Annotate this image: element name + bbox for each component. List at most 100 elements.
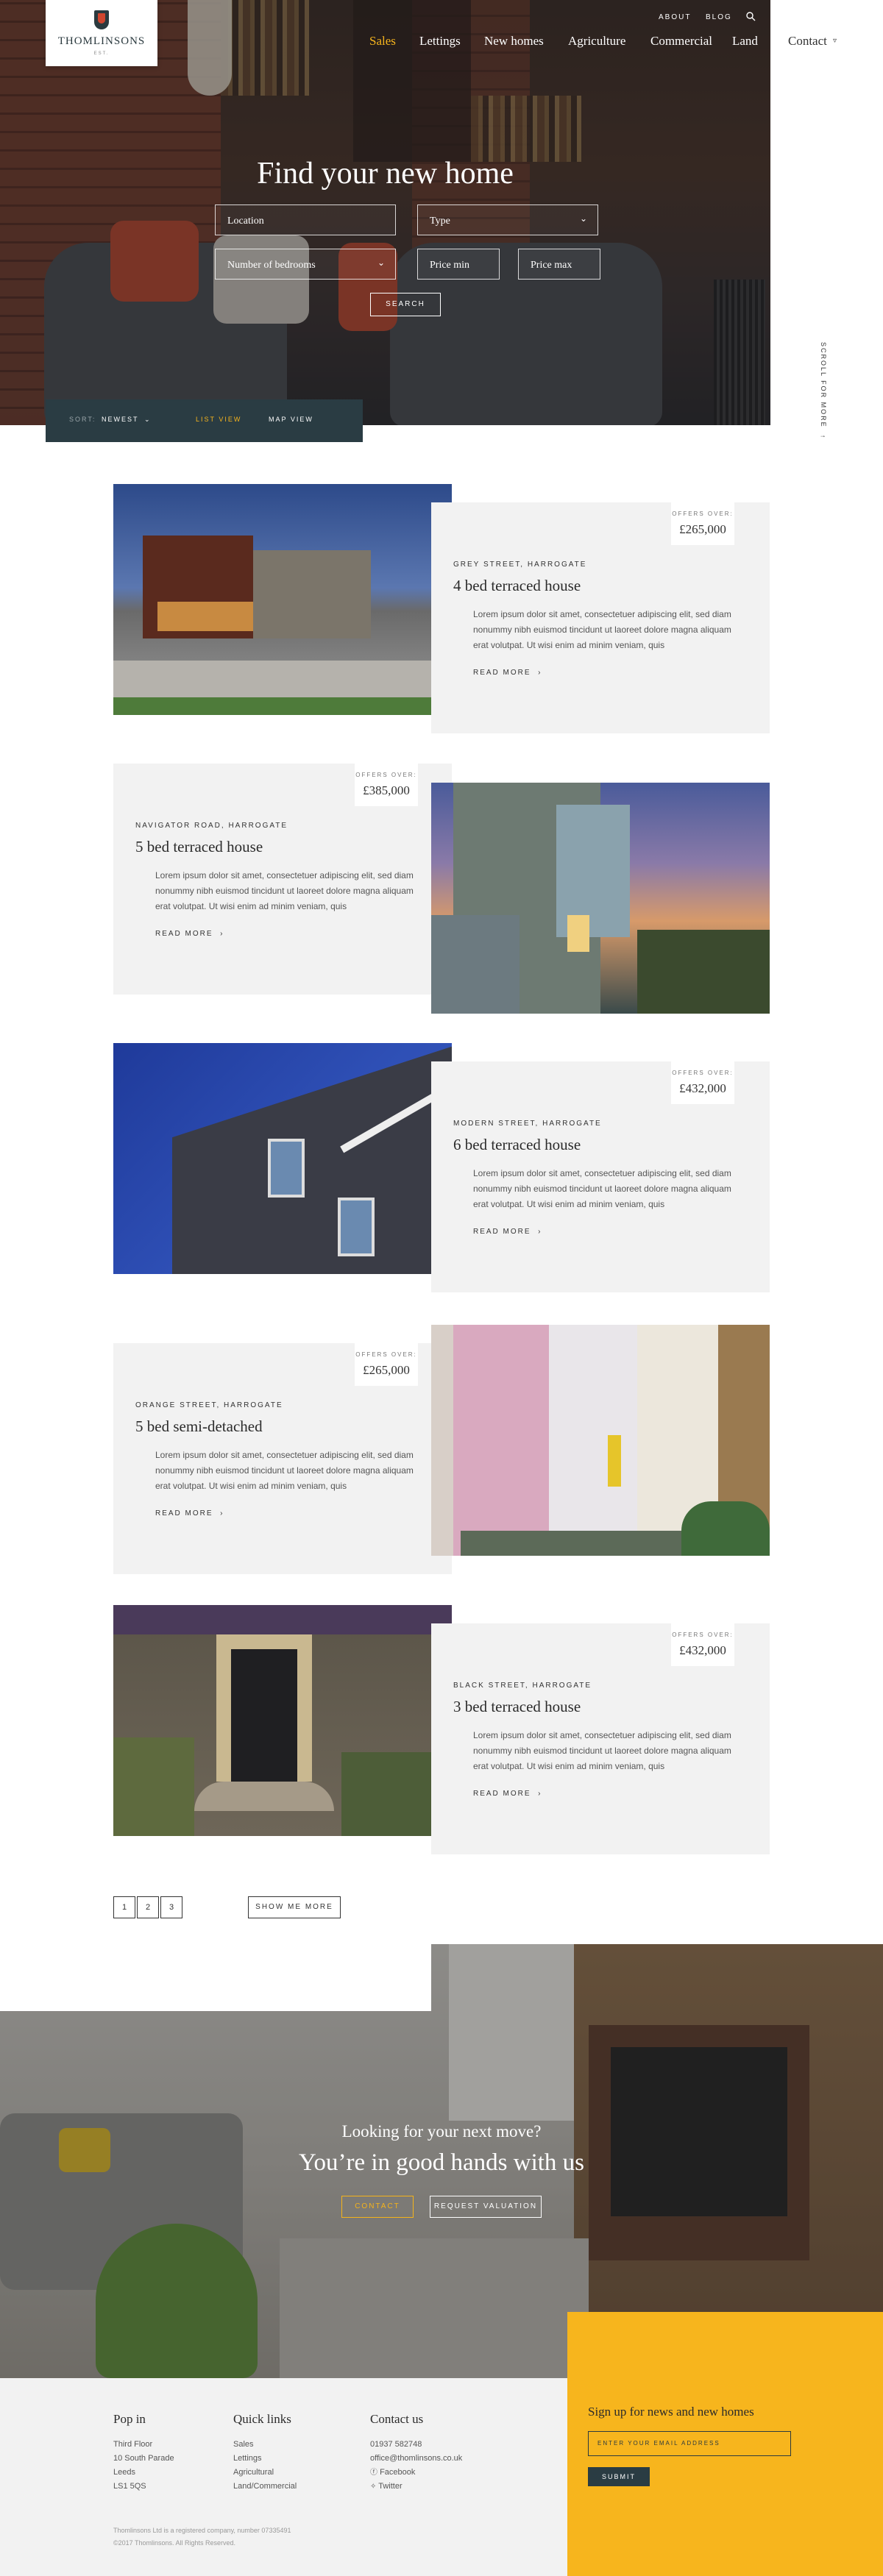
nav-new-homes[interactable]: New homes xyxy=(484,34,544,49)
listing-photo[interactable] xyxy=(431,1325,770,1556)
listing-photo[interactable] xyxy=(431,783,770,1014)
white-house xyxy=(549,1325,637,1556)
type-select[interactable]: Type ⌄ xyxy=(417,204,598,235)
read-more-link[interactable]: READ MORE › xyxy=(473,1790,542,1798)
stone-building xyxy=(253,550,371,638)
listing-location: ORANGE STREET, HARROGATE xyxy=(135,1401,283,1409)
bedrooms-select[interactable]: Number of bedrooms ⌄ xyxy=(215,249,396,280)
twitter-label: Twitter xyxy=(378,2482,403,2491)
nav-contact[interactable]: Contact xyxy=(788,34,827,49)
read-more-link[interactable]: READ MORE › xyxy=(473,1228,542,1236)
page-3-button[interactable]: 3 xyxy=(160,1896,182,1918)
page-1-button[interactable]: 1 xyxy=(113,1896,135,1918)
footer-link-agricultural[interactable]: Agricultural xyxy=(233,2466,274,2480)
location-field[interactable]: Location xyxy=(215,204,396,235)
logo[interactable]: Thomlinsons EST. xyxy=(46,0,157,66)
listing-photo[interactable] xyxy=(113,484,452,715)
read-more-link[interactable]: READ MORE › xyxy=(155,930,224,938)
phone-link[interactable]: 01937 582748 xyxy=(370,2438,422,2452)
contact-button[interactable]: CONTACT xyxy=(341,2196,414,2218)
footer-link-land-commercial[interactable]: Land/Commercial xyxy=(233,2480,297,2494)
location-placeholder: Location xyxy=(227,216,264,227)
chevron-right-icon: › xyxy=(538,1790,542,1798)
chevron-down-icon: ▿ xyxy=(833,37,837,45)
twitter-link[interactable]: ✧ Twitter xyxy=(370,2480,403,2494)
signup-heading: Sign up for news and new homes xyxy=(588,2405,754,2419)
window-light xyxy=(157,602,253,631)
price-box: OFFERS OVER: £432,000 xyxy=(671,1623,734,1666)
email-field[interactable]: ENTER YOUR EMAIL ADDRESS xyxy=(588,2431,791,2456)
nav-commercial[interactable]: Commercial xyxy=(650,34,712,49)
read-more-link[interactable]: READ MORE › xyxy=(473,669,542,677)
price-box: OFFERS OVER: £432,000 xyxy=(671,1061,734,1104)
scroll-hint: SCROLL FOR MORE → xyxy=(819,342,828,439)
price-max-field[interactable]: Price max xyxy=(518,249,600,280)
address-line: 10 South Parade xyxy=(113,2454,174,2463)
steps xyxy=(194,1782,334,1811)
nav-sales[interactable]: Sales xyxy=(369,34,396,49)
cta-kicker: Looking for your next move? xyxy=(341,2122,542,2141)
brick-building xyxy=(172,1043,452,1274)
price-max-placeholder: Price max xyxy=(531,260,572,271)
list-view-button[interactable]: LIST VIEW xyxy=(196,416,241,423)
nav-about[interactable]: ABOUT xyxy=(659,13,691,21)
price-box: OFFERS OVER: £385,000 xyxy=(355,764,418,806)
listing-title[interactable]: 4 bed terraced house xyxy=(453,577,581,595)
yellow-door xyxy=(608,1435,621,1487)
map-view-button[interactable]: MAP VIEW xyxy=(269,416,313,423)
popin-heading: Pop in xyxy=(113,2412,146,2426)
submit-button[interactable]: SUBMIT xyxy=(588,2467,650,2486)
facebook-label: Facebook xyxy=(380,2468,416,2477)
listing-description: Lorem ipsum dolor sit amet, consectetuer… xyxy=(155,870,414,911)
read-more-label: READ MORE xyxy=(473,1228,531,1236)
page-2-button[interactable]: 2 xyxy=(137,1896,159,1918)
offers-label: OFFERS OVER: xyxy=(355,1351,417,1358)
listing-card: OFFERS OVER: £432,000 BLACK STREET, HARR… xyxy=(431,1623,770,1854)
facebook-link[interactable]: ⓕ Facebook xyxy=(370,2466,415,2480)
listing-card: OFFERS OVER: £265,000 ORANGE STREET, HAR… xyxy=(113,1343,452,1574)
search-button[interactable]: SEARCH xyxy=(370,293,441,316)
listing-location: NAVIGATOR ROAD, HARROGATE xyxy=(135,822,288,830)
read-more-link[interactable]: READ MORE › xyxy=(155,1509,224,1518)
logo-text: Thomlinsons xyxy=(57,35,146,47)
listing-description: Lorem ipsum dolor sit amet, consectetuer… xyxy=(473,609,731,650)
listing-location: GREY STREET, HARROGATE xyxy=(453,561,587,569)
search-icon[interactable] xyxy=(745,11,756,21)
nav-land[interactable]: Land xyxy=(732,34,758,49)
chevron-right-icon: › xyxy=(220,930,224,938)
logo-tagline: EST. xyxy=(93,51,110,56)
listing-location: MODERN STREET, HARROGATE xyxy=(453,1120,602,1128)
read-more-label: READ MORE xyxy=(473,1790,531,1798)
sort-select[interactable]: NEWEST xyxy=(102,416,139,423)
offers-label: OFFERS OVER: xyxy=(672,1632,734,1638)
nav-agriculture[interactable]: Agriculture xyxy=(568,34,625,49)
footer-link-sales[interactable]: Sales xyxy=(233,2438,254,2452)
footer-link-lettings[interactable]: Lettings xyxy=(233,2452,262,2466)
address-line: Leeds xyxy=(113,2468,135,2477)
front-door xyxy=(231,1649,297,1782)
nav-blog[interactable]: BLOG xyxy=(706,13,732,21)
listing-photo[interactable] xyxy=(113,1605,452,1836)
price: £265,000 xyxy=(679,522,726,536)
hedge xyxy=(681,1501,770,1556)
offers-label: OFFERS OVER: xyxy=(672,1070,734,1076)
arrow-down-icon: → xyxy=(819,431,828,439)
price: £385,000 xyxy=(363,783,410,797)
garage-door xyxy=(431,915,519,1014)
listing-title[interactable]: 5 bed terraced house xyxy=(135,838,263,856)
price: £432,000 xyxy=(679,1643,726,1657)
price-min-field[interactable]: Price min xyxy=(417,249,500,280)
price-box: OFFERS OVER: £265,000 xyxy=(671,502,734,545)
listing-card: OFFERS OVER: £385,000 NAVIGATOR ROAD, HA… xyxy=(113,764,452,995)
show-more-button[interactable]: SHOW ME MORE xyxy=(248,1896,341,1918)
chevron-right-icon: › xyxy=(538,1228,542,1236)
copyright-text: ©2017 Thomlinsons. All Rights Reserved. xyxy=(113,2539,236,2547)
listing-title[interactable]: 3 bed terraced house xyxy=(453,1698,581,1716)
facebook-icon: ⓕ xyxy=(370,2469,377,2477)
request-valuation-button[interactable]: REQUEST VALUATION xyxy=(430,2196,542,2218)
nav-lettings[interactable]: Lettings xyxy=(419,34,461,49)
email-link[interactable]: office@thomlinsons.co.uk xyxy=(370,2452,462,2466)
listing-title[interactable]: 6 bed terraced house xyxy=(453,1136,581,1154)
listing-photo[interactable] xyxy=(113,1043,452,1274)
listing-title[interactable]: 5 bed semi-detached xyxy=(135,1417,263,1436)
